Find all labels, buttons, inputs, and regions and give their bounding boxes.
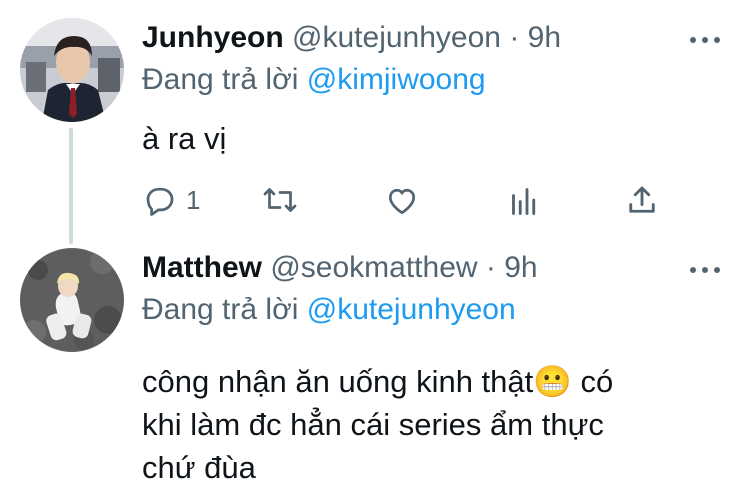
tweet-text-line: công nhận ăn uống kinh thật😬 có — [142, 360, 712, 403]
tweet-text-segment: có — [571, 364, 614, 399]
separator-dot: · — [485, 251, 496, 284]
tweet-actions: 1 — [142, 180, 672, 220]
tweet-header: Junhyeon @kutejunhyeon · 9h — [142, 20, 561, 56]
retweet-icon — [263, 188, 297, 212]
thread-connector-line — [69, 128, 73, 244]
analytics-button[interactable] — [506, 180, 542, 220]
reply-icon — [146, 187, 174, 216]
tweet-text-line: chứ đùa — [142, 450, 256, 485]
user-handle[interactable]: @seokmatthew — [270, 251, 477, 284]
tweet-text: à ra vị — [142, 117, 712, 160]
analytics-icon — [512, 188, 536, 215]
avatar-junhyeon[interactable] — [20, 18, 124, 122]
mention-link[interactable]: @kutejunhyeon — [307, 293, 516, 326]
like-button[interactable] — [384, 180, 420, 220]
display-name[interactable]: Matthew — [142, 251, 262, 284]
like-icon — [388, 188, 416, 215]
display-name[interactable]: Junhyeon — [142, 21, 284, 54]
reply-count: 1 — [186, 184, 201, 215]
replying-to: Đang trả lời @kutejunhyeon — [142, 292, 516, 328]
share-icon — [629, 186, 655, 213]
tweet-text-line: khi làm đc hẳn cái series ẩm thực — [142, 407, 604, 442]
retweet-button[interactable] — [260, 180, 300, 220]
avatar-matthew[interactable] — [20, 248, 124, 352]
tweet-text-line: à ra vị — [142, 121, 227, 156]
replying-to-label: Đang trả lời — [142, 63, 299, 96]
more-icon[interactable] — [690, 265, 720, 275]
replying-to: Đang trả lời @kimjiwoong — [142, 62, 486, 98]
tweet-text: công nhận ăn uống kinh thật😬 có khi làm … — [142, 360, 712, 489]
timestamp[interactable]: 9h — [528, 21, 561, 54]
user-handle[interactable]: @kutejunhyeon — [292, 21, 501, 54]
grimace-emoji: 😬 — [533, 364, 572, 399]
reply-button[interactable]: 1 — [142, 180, 200, 220]
more-icon[interactable] — [690, 35, 720, 45]
tweet-junhyeon[interactable]: Junhyeon @kutejunhyeon · 9h Đang trả lời… — [0, 0, 750, 244]
share-button[interactable] — [624, 180, 660, 220]
tweet-header: Matthew @seokmatthew · 9h — [142, 250, 538, 286]
separator-dot: · — [509, 21, 520, 54]
timestamp[interactable]: 9h — [504, 251, 537, 284]
tweet-matthew[interactable]: Matthew @seokmatthew · 9h Đang trả lời @… — [0, 240, 750, 494]
mention-link[interactable]: @kimjiwoong — [307, 63, 486, 96]
replying-to-label: Đang trả lời — [142, 293, 299, 326]
tweet-text-segment: công nhận ăn uống kinh thật — [142, 364, 534, 399]
